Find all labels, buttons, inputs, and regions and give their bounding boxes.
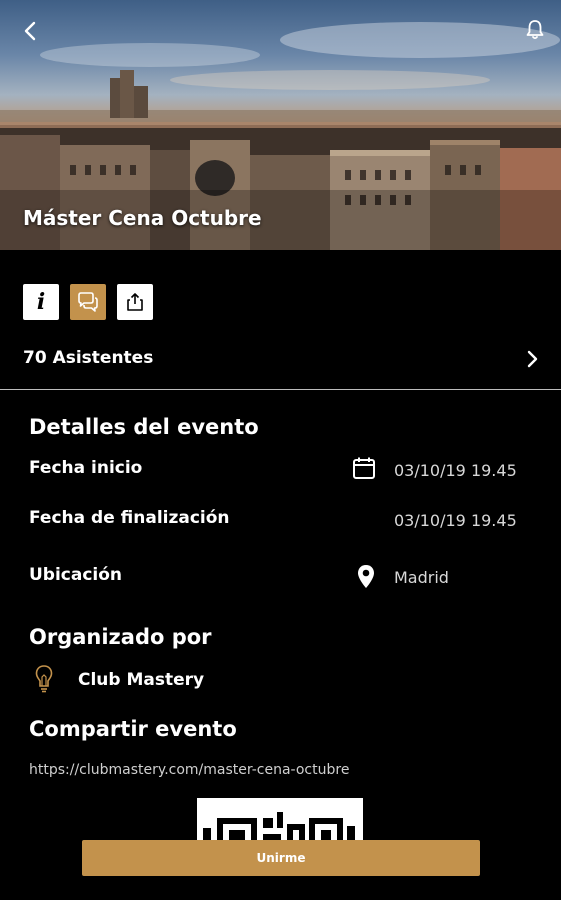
divider xyxy=(0,389,561,390)
back-arrow-icon xyxy=(24,21,36,41)
chevron-right-icon xyxy=(527,350,538,368)
share-section-title: Compartir evento xyxy=(29,717,237,741)
location-pin-icon xyxy=(358,565,374,588)
start-date-value: 03/10/19 19.45 xyxy=(394,461,517,480)
attendees-label: 70 Asistentes xyxy=(23,348,154,368)
event-actions: i xyxy=(23,284,153,320)
lightbulb-icon xyxy=(35,665,53,693)
organizer-name[interactable]: Club Mastery xyxy=(78,670,204,690)
end-date-label: Fecha de finalización xyxy=(29,508,230,528)
details-section-title: Detalles del evento xyxy=(29,415,259,439)
join-button[interactable]: Unirme xyxy=(82,840,480,876)
event-cover-image: Máster Cena Octubre xyxy=(0,0,561,250)
info-icon: i xyxy=(36,289,46,315)
calendar-icon xyxy=(353,457,375,479)
attendees-row[interactable]: 70 Asistentes xyxy=(0,336,561,382)
share-button[interactable] xyxy=(117,284,153,320)
end-date-value: 03/10/19 19.45 xyxy=(394,511,517,530)
bell-icon xyxy=(526,20,544,40)
organizer-section-title: Organizado por xyxy=(29,625,212,649)
start-date-label: Fecha inicio xyxy=(29,458,143,478)
event-url[interactable]: https://clubmastery.com/master-cena-octu… xyxy=(29,762,349,778)
share-icon xyxy=(127,293,143,311)
chat-button[interactable] xyxy=(70,284,106,320)
info-button[interactable]: i xyxy=(23,284,59,320)
notifications-button[interactable] xyxy=(522,17,548,43)
back-button[interactable] xyxy=(18,18,44,44)
location-value[interactable]: Madrid xyxy=(394,568,449,587)
chat-icon xyxy=(78,292,98,312)
event-title: Máster Cena Octubre xyxy=(23,206,262,230)
location-label: Ubicación xyxy=(29,565,123,585)
